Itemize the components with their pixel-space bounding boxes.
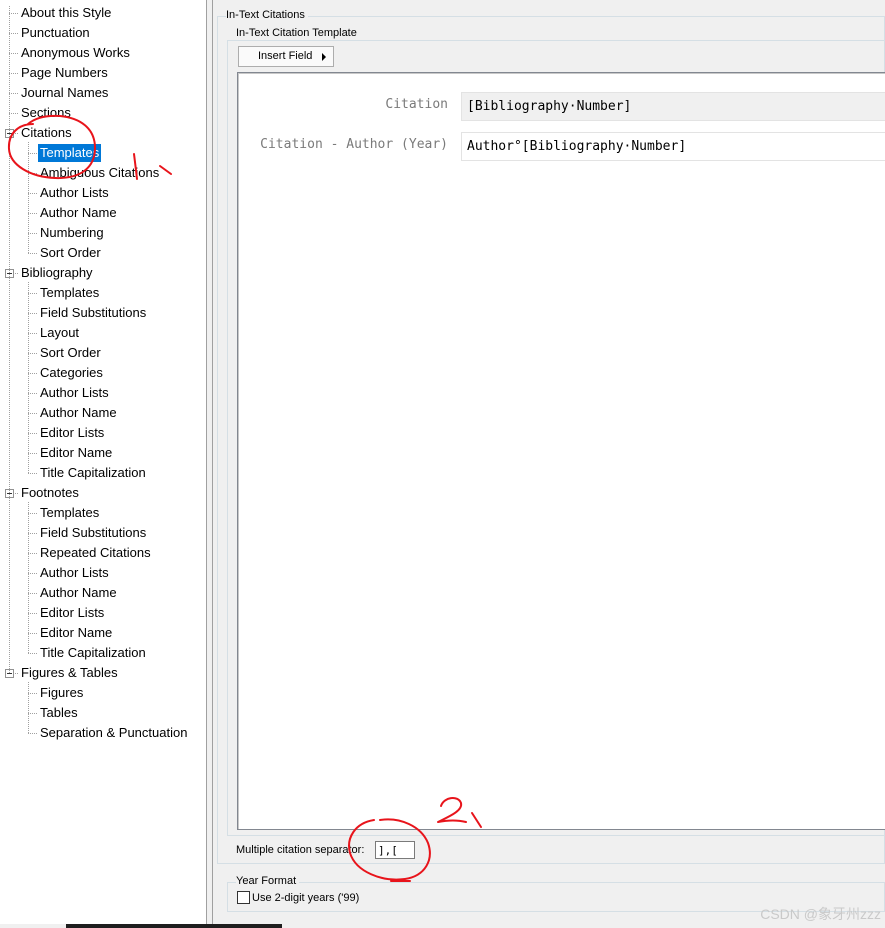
tree-connector	[28, 173, 37, 174]
tree-item-footnotes-templates[interactable]: Templates	[38, 504, 101, 522]
tree-item-footnotes[interactable]: Footnotes	[19, 484, 81, 502]
tree-connector	[28, 593, 37, 594]
tree-item-footnotes-editor-lists[interactable]: Editor Lists	[38, 604, 106, 622]
citation-author-year-template-label: Citation - Author (Year)	[260, 137, 448, 152]
tree-connector	[28, 282, 29, 473]
tree-connector	[28, 142, 29, 253]
tree-item-citations-author-lists[interactable]: Author Lists	[38, 184, 111, 202]
template-group-title: In-Text Citation Template	[236, 27, 360, 39]
checkbox-box[interactable]	[237, 891, 250, 904]
tree-connector	[9, 53, 18, 54]
tree-connector	[28, 553, 37, 554]
tree-connector	[9, 73, 18, 74]
tree-item-footnotes-editor-name[interactable]: Editor Name	[38, 624, 114, 642]
tree-connector	[28, 213, 37, 214]
tree-item-page-numbers[interactable]: Page Numbers	[19, 64, 110, 82]
tree-connector	[28, 502, 29, 653]
settings-panel: In-Text Citations In-Text Citation Templ…	[213, 0, 885, 928]
tree-item-bibliography-author-lists[interactable]: Author Lists	[38, 384, 111, 402]
tree-connector	[9, 13, 18, 14]
citation-template-label: Citation	[385, 97, 448, 112]
citation-template-field[interactable]: [Bibliography·Number]	[461, 92, 885, 121]
tree-item-bibliography-field-substitutions[interactable]: Field Substitutions	[38, 304, 148, 322]
tree-connector	[28, 333, 37, 334]
tree-item-bibliography-sort-order[interactable]: Sort Order	[38, 344, 103, 362]
tree-item-bibliography-templates[interactable]: Templates	[38, 284, 101, 302]
tree-item-punctuation[interactable]: Punctuation	[19, 24, 92, 42]
tree-item-citations-sort-order[interactable]: Sort Order	[38, 244, 103, 262]
tree-item-figures-and-tables-tables[interactable]: Tables	[38, 704, 80, 722]
tree-item-citations-ambiguous-citations[interactable]: Ambiguous Citations	[38, 164, 161, 182]
taskbar-strip	[0, 924, 885, 928]
tree-item-bibliography-layout[interactable]: Layout	[38, 324, 81, 342]
tree-connector	[28, 513, 37, 514]
tree-item-citations-author-name[interactable]: Author Name	[38, 204, 119, 222]
tree-connector	[28, 373, 37, 374]
tree-item-figures-and-tables[interactable]: Figures & Tables	[19, 664, 120, 682]
tree-connector	[9, 6, 10, 673]
tree-connector	[28, 613, 37, 614]
tree-item-footnotes-author-lists[interactable]: Author Lists	[38, 564, 111, 582]
insert-field-button[interactable]: Insert Field	[238, 46, 334, 67]
tree-item-footnotes-title-capitalization[interactable]: Title Capitalization	[38, 644, 148, 662]
tree-item-citations[interactable]: Citations	[19, 124, 74, 142]
separator-label: Multiple citation separator:	[236, 844, 365, 856]
tree-connector	[28, 473, 37, 474]
insert-field-label: Insert Field	[258, 50, 313, 62]
tree-connector	[28, 253, 37, 254]
tree-connector	[9, 33, 18, 34]
tree-connector	[28, 193, 37, 194]
tree-item-footnotes-author-name[interactable]: Author Name	[38, 584, 119, 602]
citation-author-year-template-field[interactable]: Author°[Bibliography·Number]	[461, 132, 885, 161]
tree-connector	[28, 433, 37, 434]
tree-item-bibliography-author-name[interactable]: Author Name	[38, 404, 119, 422]
tree-connector	[28, 573, 37, 574]
tree-item-footnotes-repeated-citations[interactable]: Repeated Citations	[38, 544, 153, 562]
tree-item-figures-and-tables-separation-and-punctuation[interactable]: Separation & Punctuation	[38, 724, 189, 742]
tree-item-bibliography-title-capitalization[interactable]: Title Capitalization	[38, 464, 148, 482]
two-digit-year-label: Use 2-digit years ('99)	[252, 892, 360, 904]
submenu-arrow-icon	[322, 53, 326, 61]
tree-connector	[28, 393, 37, 394]
tree-item-bibliography-categories[interactable]: Categories	[38, 364, 105, 382]
tree-connector	[28, 153, 37, 154]
tree-connector	[28, 313, 37, 314]
tree-item-citations-numbering[interactable]: Numbering	[38, 224, 106, 242]
tree-item-footnotes-field-substitutions[interactable]: Field Substitutions	[38, 524, 148, 542]
tree-connector	[28, 293, 37, 294]
tree-item-journal-names[interactable]: Journal Names	[19, 84, 110, 102]
template-editor[interactable]: Citation [Bibliography·Number] Citation …	[237, 72, 885, 830]
watermark: CSDN @象牙州zzz	[760, 906, 881, 922]
tree-connector	[28, 353, 37, 354]
tree-item-anonymous-works[interactable]: Anonymous Works	[19, 44, 132, 62]
in-text-citations-group-title: In-Text Citations	[226, 9, 308, 21]
tree-connector	[28, 533, 37, 534]
tree-connector	[28, 633, 37, 634]
tree-item-figures-and-tables-figures[interactable]: Figures	[38, 684, 85, 702]
tree-item-about-this-style[interactable]: About this Style	[19, 4, 113, 22]
tree-item-bibliography-editor-name[interactable]: Editor Name	[38, 444, 114, 462]
tree-connector	[9, 93, 18, 94]
tree-item-bibliography-editor-lists[interactable]: Editor Lists	[38, 424, 106, 442]
style-sections-tree[interactable]: About this Style Punctuation Anonymous Wor…	[0, 0, 207, 928]
tree-connector	[28, 233, 37, 234]
two-digit-year-checkbox[interactable]: Use 2-digit years ('99)	[237, 891, 359, 905]
year-format-group-title: Year Format	[236, 875, 300, 887]
tree-connector	[28, 653, 37, 654]
tree-connector	[28, 682, 29, 733]
tree-item-citations-templates[interactable]: Templates	[38, 144, 102, 162]
separator-input[interactable]	[375, 841, 415, 859]
tree-item-bibliography[interactable]: Bibliography	[19, 264, 95, 282]
taskbar-segment	[66, 924, 282, 928]
tree-connector	[28, 413, 37, 414]
tree-connector	[28, 713, 37, 714]
tree-connector	[28, 733, 37, 734]
tree-connector	[28, 453, 37, 454]
tree-connector	[28, 693, 37, 694]
tree-connector	[9, 113, 18, 114]
tree-item-sections[interactable]: Sections	[19, 104, 73, 122]
